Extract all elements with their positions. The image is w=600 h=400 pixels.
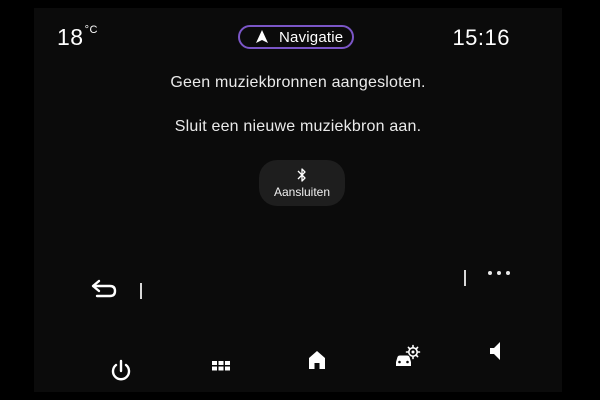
infotainment-screen: 18°C Navigatie 15:16 Geen muziekbronnen …: [34, 8, 562, 392]
navigation-label: Navigatie: [279, 28, 344, 46]
navigation-button[interactable]: Navigatie: [238, 25, 354, 49]
toolbar-divider-right: [464, 270, 466, 286]
navigation-arrow-icon: [256, 30, 268, 43]
bottom-bar: [34, 338, 562, 392]
clock: 15:16: [452, 25, 510, 50]
connect-button[interactable]: Aansluiten: [259, 160, 345, 206]
car-settings-icon[interactable]: [392, 341, 422, 371]
status-bar: 18°C Navigatie 15:16: [34, 8, 562, 58]
outside-temperature: 18°C: [57, 24, 98, 51]
speaker-icon[interactable]: [482, 336, 512, 366]
connect-label: Aansluiten: [273, 185, 331, 199]
toolbar-divider-left: [140, 283, 142, 299]
bluetooth-icon: [297, 168, 306, 182]
back-arrow-icon[interactable]: [88, 279, 118, 303]
grid-icon[interactable]: [206, 352, 236, 382]
home-icon[interactable]: [302, 345, 332, 375]
connect-source-message: Sluit een nieuwe muziekbron aan.: [174, 118, 422, 135]
temperature-unit: °C: [84, 24, 98, 36]
more-dots-icon[interactable]: [486, 266, 512, 280]
power-icon[interactable]: [106, 356, 136, 386]
temperature-value: 18: [57, 24, 84, 50]
no-sources-message: Geen muziekbronnen aangesloten.: [170, 74, 426, 91]
